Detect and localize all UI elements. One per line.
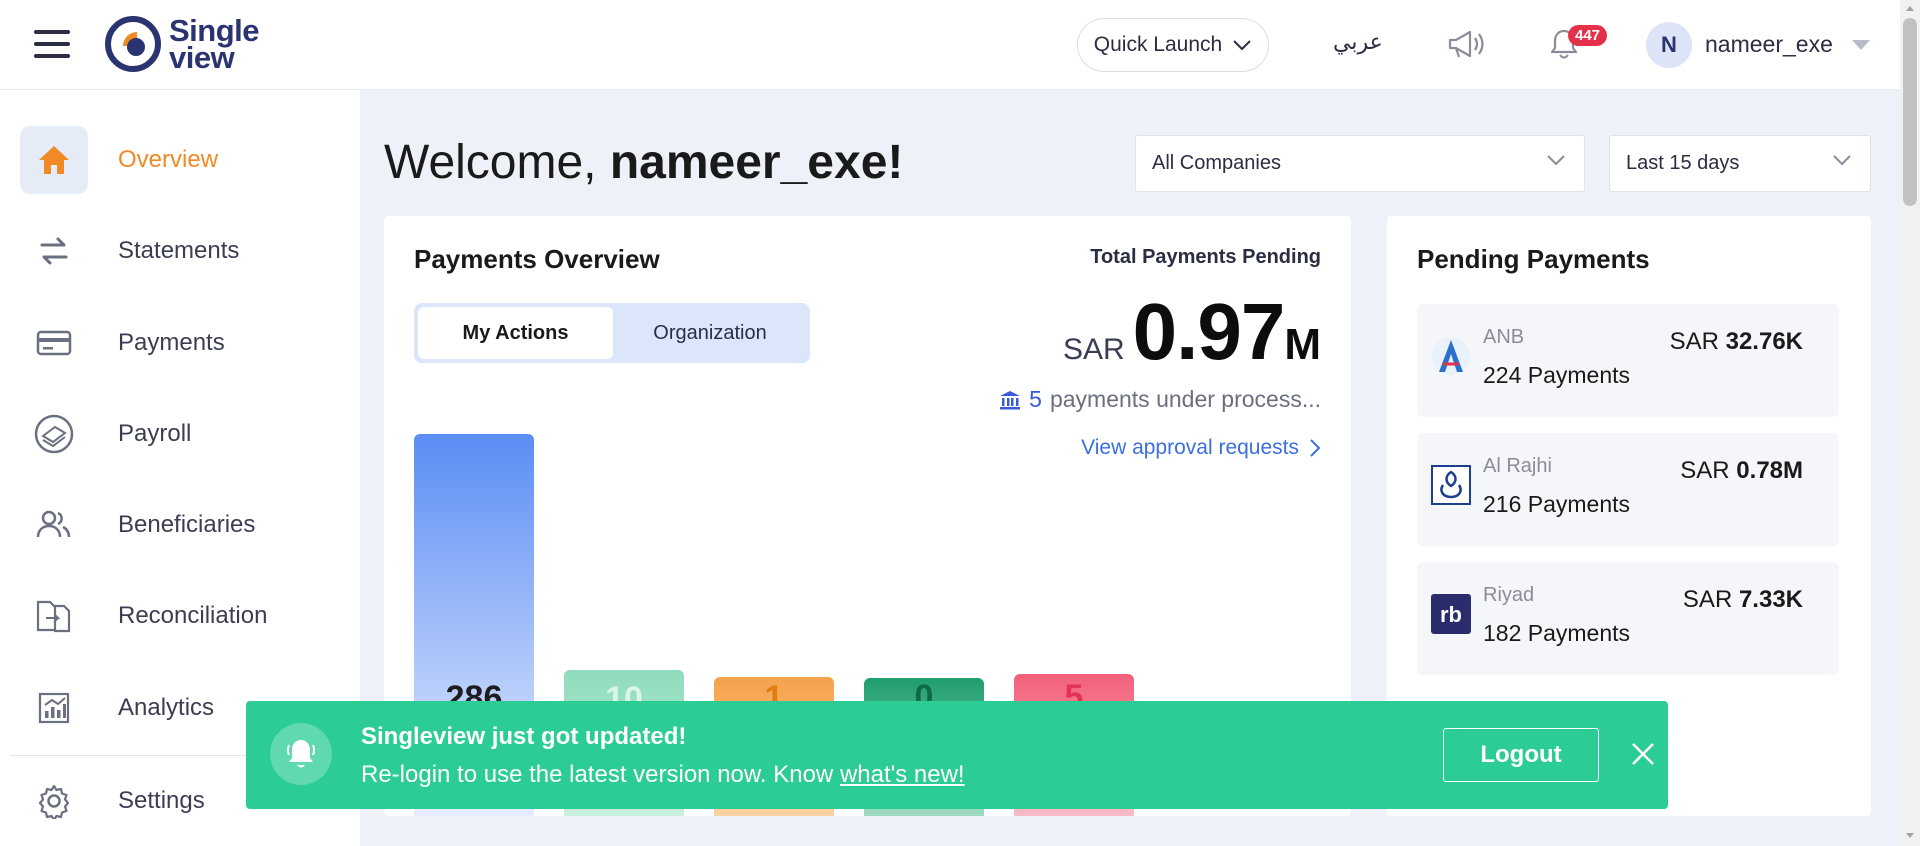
payment-count: 216 Payments <box>1483 491 1631 517</box>
bank-name: Al Rajhi <box>1483 455 1552 477</box>
pending-payment-item[interactable]: ANB 224 Payments SAR 32.76K <box>1417 304 1839 417</box>
payment-count: 224 Payments <box>1483 362 1631 388</box>
logo[interactable]: Single view <box>105 13 260 75</box>
payments-overview-title: Payments Overview <box>414 244 660 274</box>
approval-link-label: View approval requests <box>1081 436 1299 459</box>
close-icon[interactable] <box>1630 741 1656 772</box>
hamburger-menu-icon[interactable] <box>34 30 70 58</box>
payment-amount: SAR 32.76K <box>1669 328 1803 355</box>
sidebar-item-label: Reconciliation <box>118 602 268 629</box>
users-icon <box>20 491 88 559</box>
notification-badge: 447 <box>1568 25 1608 46</box>
quick-launch-button[interactable]: Quick Launch <box>1077 18 1269 72</box>
documents-compare-icon <box>20 582 88 650</box>
top-bar: Single view Quick Launch عربي 447 N name… <box>0 0 1900 90</box>
sidebar-item-label: Statements <box>118 237 240 264</box>
update-toast: Singleview just got updated! Re-login to… <box>246 701 1668 809</box>
sidebar-item-label: Payments <box>118 329 225 356</box>
scroll-up-arrow-icon[interactable] <box>1906 6 1914 11</box>
payment-amount: SAR 7.33K <box>1682 586 1803 613</box>
alrajhi-logo-icon <box>1431 465 1471 505</box>
card-icon <box>20 309 88 377</box>
date-filter-value: Last 15 days <box>1626 152 1740 174</box>
bank-icon <box>1000 390 1021 409</box>
payment-count: 182 Payments <box>1483 620 1631 646</box>
sidebar-item-label: Settings <box>118 787 205 814</box>
chevron-right-icon <box>1310 439 1321 457</box>
sidebar-item-reconciliation[interactable]: Reconciliation <box>20 582 340 650</box>
home-icon <box>20 126 88 194</box>
chevron-down-icon <box>1547 155 1565 166</box>
sidebar-item-beneficiaries[interactable]: Beneficiaries <box>20 491 340 559</box>
avatar[interactable]: N <box>1646 22 1692 68</box>
sidebar-item-statements[interactable]: Statements <box>20 217 340 285</box>
svg-text:rb: rb <box>1440 602 1462 627</box>
chevron-down-icon <box>1233 40 1251 51</box>
whats-new-link[interactable]: what's new! <box>840 761 965 788</box>
bank-name: Riyad <box>1483 584 1535 606</box>
caret-down-icon[interactable] <box>1852 40 1870 50</box>
total-pending-unit: M <box>1284 320 1321 369</box>
logout-button[interactable]: Logout <box>1443 728 1599 782</box>
tab-organization[interactable]: Organization <box>614 307 806 359</box>
sidebar-item-label: Payroll <box>118 420 192 447</box>
sidebar-item-payments[interactable]: Payments <box>20 309 340 377</box>
username[interactable]: nameer_exe <box>1705 31 1833 58</box>
view-toggle: My Actions Organization <box>414 303 810 363</box>
bank-name: ANB <box>1483 326 1525 348</box>
total-pending-currency: SAR <box>1062 333 1125 366</box>
payment-amount: SAR 0.78M <box>1680 457 1803 484</box>
chevron-down-icon <box>1833 155 1851 166</box>
singleview-logo-icon <box>105 16 161 72</box>
logo-text: Single view <box>169 13 260 75</box>
processing-count: 5 <box>1029 386 1042 412</box>
processing-text: payments under process... <box>1049 386 1321 412</box>
scroll-down-arrow-icon[interactable] <box>1906 833 1914 838</box>
date-filter-select[interactable]: Last 15 days <box>1609 135 1871 192</box>
language-switch[interactable]: عربي <box>1333 30 1383 55</box>
total-pending-label: Total Payments Pending <box>1090 246 1321 268</box>
sidebar-item-label: Overview <box>118 146 219 173</box>
page-title: Welcome, nameer_exe! <box>384 136 904 189</box>
toast-title: Singleview just got updated! <box>361 723 687 750</box>
gear-icon <box>20 767 88 835</box>
chart-icon <box>20 674 88 742</box>
sidebar-item-overview[interactable]: Overview <box>20 126 340 194</box>
tab-my-actions[interactable]: My Actions <box>418 307 613 359</box>
toast-message: Re-login to use the latest version now. … <box>361 761 965 788</box>
quick-launch-label: Quick Launch <box>1093 33 1223 56</box>
pending-payment-item[interactable]: rb Riyad 182 Payments SAR 7.33K <box>1417 562 1839 675</box>
view-approval-requests-link[interactable]: View approval requests <box>1081 436 1321 460</box>
bell-icon <box>270 723 332 785</box>
sidebar-item-payroll[interactable]: Payroll <box>20 400 340 468</box>
total-pending-amount: 0.97 <box>1132 287 1286 376</box>
transfer-arrows-icon <box>20 217 88 285</box>
scrollbar[interactable] <box>1900 0 1920 846</box>
anb-logo-icon <box>1432 337 1470 375</box>
riyad-logo-icon: rb <box>1431 594 1471 634</box>
company-filter-value: All Companies <box>1152 152 1281 174</box>
scroll-thumb[interactable] <box>1903 18 1917 206</box>
sidebar-item-label: Analytics <box>118 694 215 721</box>
total-pending-value: SAR 0.97M <box>1063 286 1321 378</box>
sidebar-item-label: Beneficiaries <box>118 511 256 538</box>
pending-payments-title: Pending Payments <box>1417 244 1650 274</box>
megaphone-icon[interactable] <box>1446 28 1484 65</box>
pending-payment-item[interactable]: Al Rajhi 216 Payments SAR 0.78M <box>1417 433 1839 546</box>
processing-status: 5 payments under process... <box>999 386 1321 413</box>
company-filter-select[interactable]: All Companies <box>1135 135 1585 192</box>
money-stack-icon <box>20 400 88 468</box>
